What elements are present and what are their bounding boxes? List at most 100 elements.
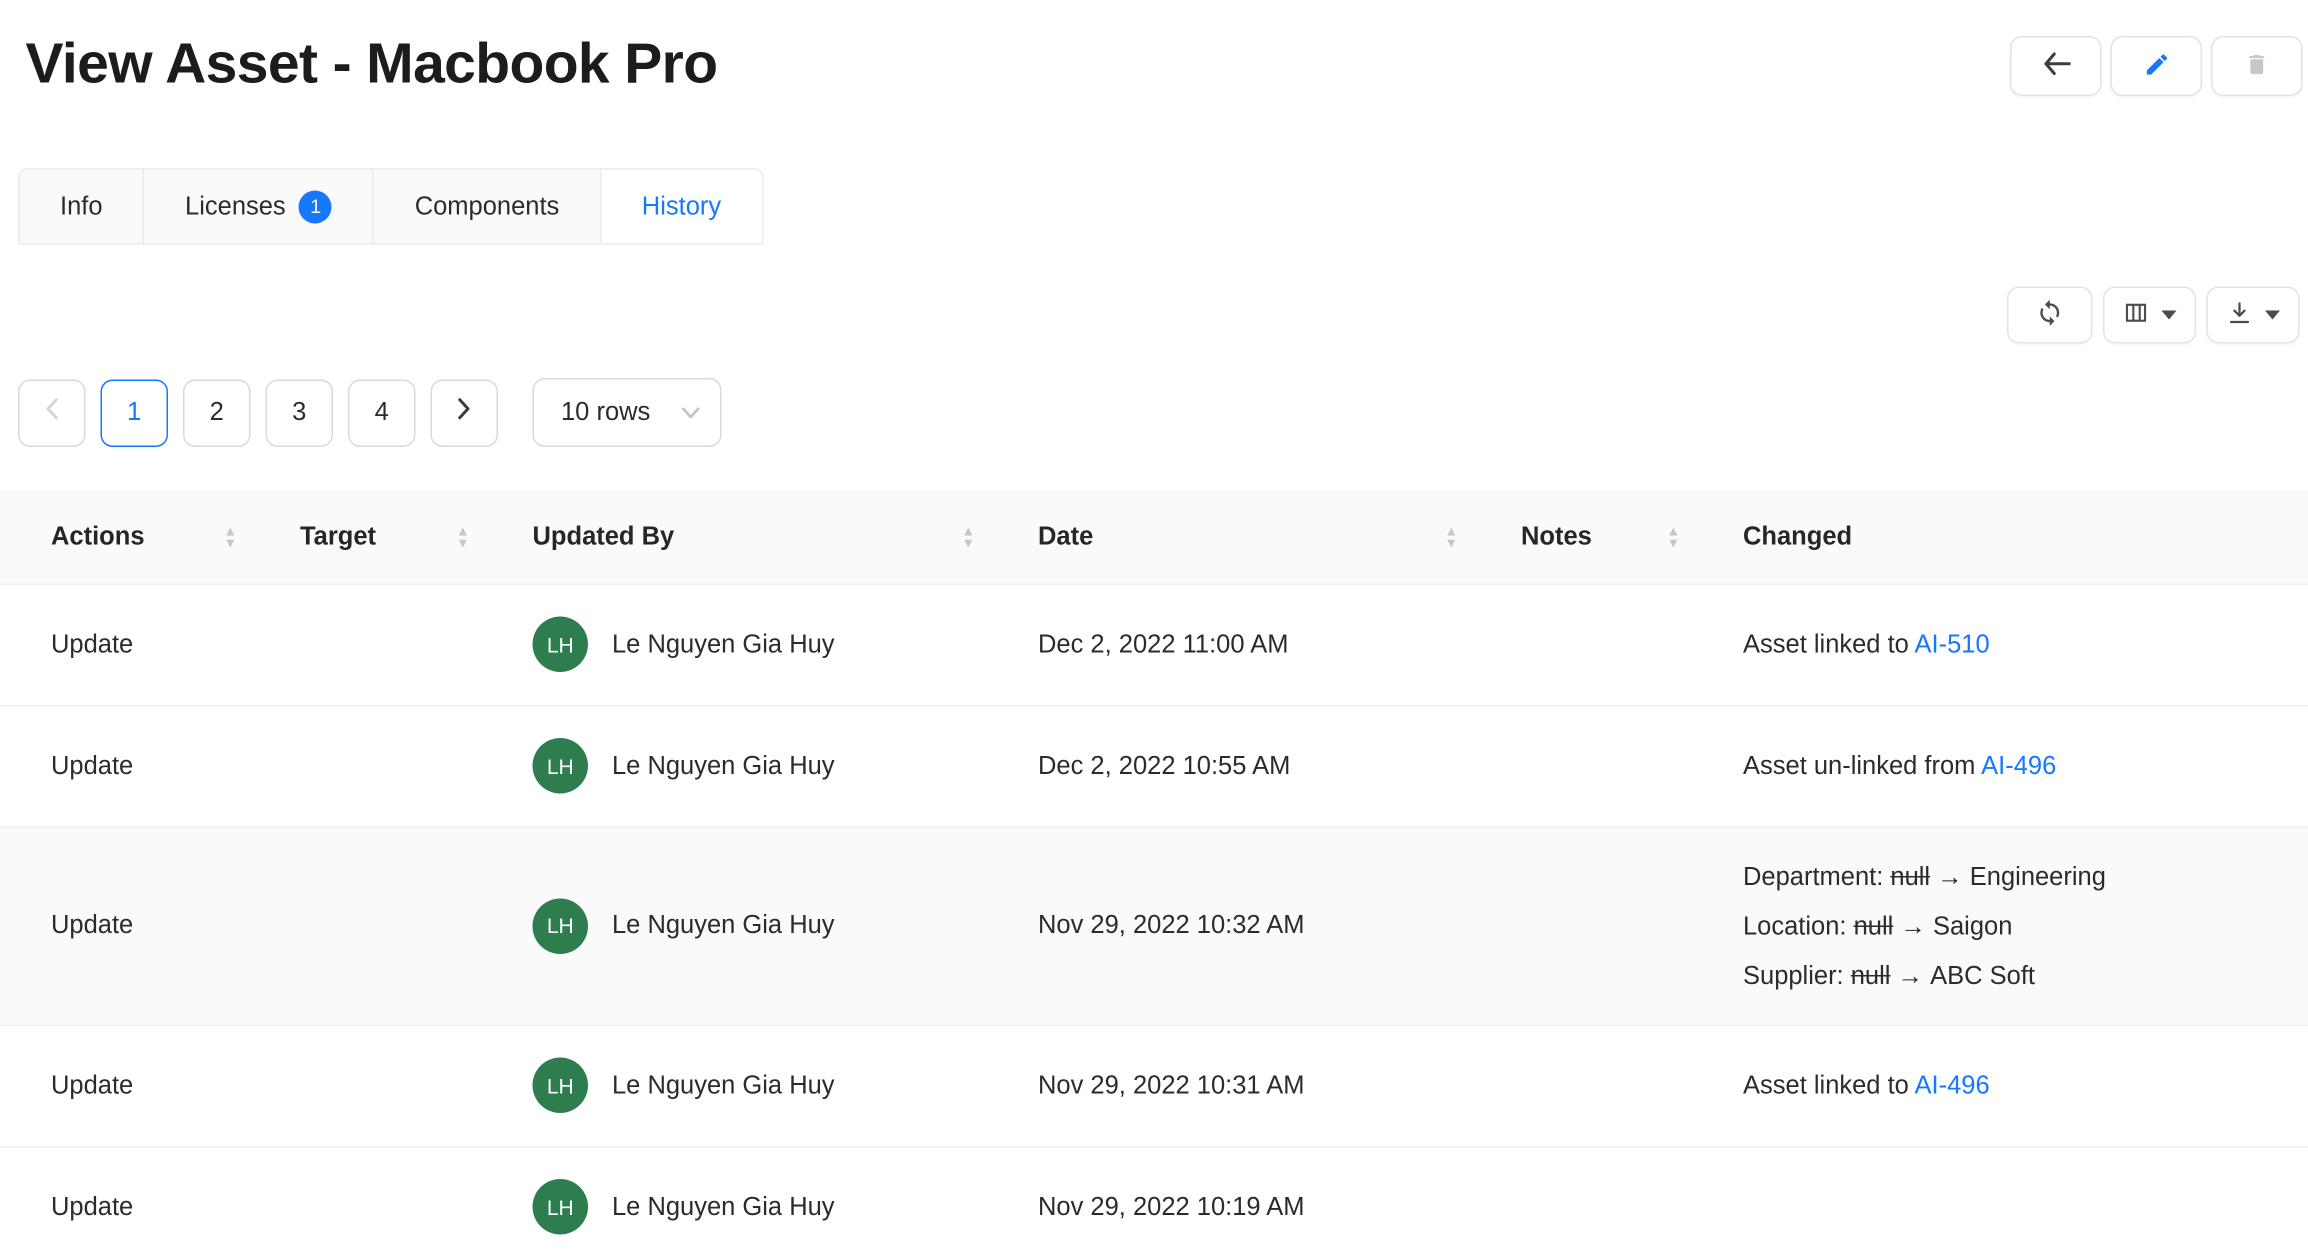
arrow-right-icon: → bbox=[1893, 911, 1933, 940]
user: LH Le Nguyen Gia Huy bbox=[533, 1179, 991, 1235]
user: LHLe Nguyen Gia Huy bbox=[533, 898, 991, 954]
updated-by-name: Le Nguyen Gia Huy bbox=[612, 911, 835, 941]
notes-cell bbox=[1497, 584, 1719, 706]
action-cell: Update bbox=[0, 705, 276, 827]
columns-grid-icon bbox=[2123, 300, 2150, 330]
tab-info[interactable]: Info bbox=[18, 168, 145, 245]
updated-by-cell: LHLe Nguyen Gia Huy bbox=[509, 827, 1015, 1025]
pagination-page-4[interactable]: 4 bbox=[348, 379, 416, 447]
table-header-row: Actions ▲▼ Target ▲▼ Updated By ▲▼ Date … bbox=[0, 491, 2308, 584]
export-button[interactable] bbox=[2207, 287, 2300, 344]
date-cell: Nov 29, 2022 10:19 AM bbox=[1014, 1146, 1497, 1260]
date-cell: Nov 29, 2022 10:32 AM bbox=[1014, 827, 1497, 1025]
target-cell bbox=[276, 1025, 509, 1147]
table-row: Update LH Le Nguyen Gia Huy Nov 29, 2022 10… bbox=[0, 1146, 2308, 1260]
changed-line: Location: null → Saigon bbox=[1743, 901, 2285, 951]
action-cell: Update bbox=[0, 827, 276, 1025]
avatar: LH bbox=[533, 1058, 589, 1114]
changed-text: Engineering bbox=[1970, 862, 2106, 891]
pagination-page-2[interactable]: 2 bbox=[183, 379, 251, 447]
trash-icon bbox=[2244, 50, 2270, 82]
edit-button[interactable] bbox=[2111, 36, 2203, 96]
column-header-updated-by[interactable]: Updated By ▲▼ bbox=[509, 491, 1015, 584]
action-cell: Update bbox=[0, 1146, 276, 1260]
table-row: UpdateLHLe Nguyen Gia HuyDec 2, 2022 11:… bbox=[0, 584, 2308, 706]
rows-per-page-select[interactable]: 10 rows bbox=[533, 378, 722, 447]
column-header-date[interactable]: Date ▲▼ bbox=[1014, 491, 1497, 584]
sort-icon[interactable]: ▲▼ bbox=[1667, 525, 1680, 549]
changed-cell: Department: null → Engineering Location: … bbox=[1719, 827, 2308, 1025]
changed-text: Asset un-linked from bbox=[1743, 752, 1981, 781]
header-actions bbox=[2010, 33, 2303, 96]
refresh-button[interactable] bbox=[2007, 287, 2093, 344]
tab-licenses[interactable]: Licenses 1 bbox=[143, 168, 374, 245]
avatar: LH bbox=[533, 617, 589, 673]
table-toolbar bbox=[0, 245, 2308, 344]
column-header-changed: Changed bbox=[1719, 491, 2308, 584]
column-header-target[interactable]: Target ▲▼ bbox=[276, 491, 509, 584]
changed-text: Saigon bbox=[1933, 911, 2012, 940]
refresh-icon bbox=[2036, 299, 2065, 332]
updated-by-name: Le Nguyen Gia Huy bbox=[612, 1192, 835, 1222]
chevron-left-icon bbox=[44, 396, 61, 429]
target-cell bbox=[276, 705, 509, 827]
updated-by-cell: LH Le Nguyen Gia Huy bbox=[509, 1025, 1015, 1147]
chevron-down-icon bbox=[681, 398, 701, 428]
old-value: null bbox=[1851, 961, 1891, 990]
column-header-notes[interactable]: Notes ▲▼ bbox=[1497, 491, 1719, 584]
changed-text: Supplier: bbox=[1743, 961, 1851, 990]
avatar: LH bbox=[533, 1179, 589, 1235]
updated-by-cell: LHLe Nguyen Gia Huy bbox=[509, 584, 1015, 706]
page-header: View Asset - Macbook Pro bbox=[0, 0, 2308, 98]
licenses-count-badge: 1 bbox=[299, 190, 332, 223]
sort-icon[interactable]: ▲▼ bbox=[224, 525, 237, 549]
pagination-prev-button[interactable] bbox=[18, 379, 86, 447]
changed-text: Department: bbox=[1743, 862, 1890, 891]
target-cell bbox=[276, 584, 509, 706]
user: LH Le Nguyen Gia Huy bbox=[533, 738, 991, 794]
changed-text: Asset linked to bbox=[1743, 630, 1915, 659]
avatar: LH bbox=[533, 738, 589, 794]
delete-button[interactable] bbox=[2211, 36, 2303, 96]
pagination-page-3[interactable]: 3 bbox=[266, 379, 334, 447]
asset-link[interactable]: AI-496 bbox=[1915, 1071, 1990, 1100]
date-cell: Dec 2, 2022 10:55 AM bbox=[1014, 705, 1497, 827]
date-cell: Dec 2, 2022 11:00 AM bbox=[1014, 584, 1497, 706]
notes-cell bbox=[1497, 1025, 1719, 1147]
back-arrow-icon bbox=[2041, 51, 2071, 81]
tabs: Info Licenses 1 Components History bbox=[0, 168, 2308, 245]
changed-line: Supplier: null → ABC Soft bbox=[1743, 950, 2285, 1000]
user: LHLe Nguyen Gia Huy bbox=[533, 617, 991, 673]
sort-icon[interactable]: ▲▼ bbox=[456, 525, 469, 549]
changed-cell bbox=[1719, 1146, 2308, 1260]
view-asset-page: View Asset - Macbook Pro Info bbox=[0, 0, 2308, 1260]
history-table: Actions ▲▼ Target ▲▼ Updated By ▲▼ Date … bbox=[0, 491, 2308, 1260]
column-header-actions[interactable]: Actions ▲▼ bbox=[0, 491, 276, 584]
tab-components[interactable]: Components bbox=[373, 168, 602, 245]
asset-link[interactable]: AI-510 bbox=[1915, 630, 1990, 659]
pencil-icon bbox=[2143, 50, 2170, 82]
date-cell: Nov 29, 2022 10:31 AM bbox=[1014, 1025, 1497, 1147]
sort-icon[interactable]: ▲▼ bbox=[1445, 525, 1458, 549]
back-button[interactable] bbox=[2010, 36, 2102, 96]
rows-per-page-value: 10 rows bbox=[561, 398, 650, 428]
pagination-page-1[interactable]: 1 bbox=[101, 379, 169, 447]
chevron-down-icon bbox=[2162, 311, 2177, 320]
changed-line: Asset linked to AI-496 bbox=[1743, 1061, 2285, 1111]
updated-by-name: Le Nguyen Gia Huy bbox=[612, 751, 835, 781]
tab-history[interactable]: History bbox=[600, 168, 763, 245]
changed-text: ABC Soft bbox=[1930, 961, 2035, 990]
tab-components-label: Components bbox=[415, 191, 560, 221]
page-title: View Asset - Macbook Pro bbox=[26, 33, 718, 98]
asset-link[interactable]: AI-496 bbox=[1981, 752, 2056, 781]
changed-cell: Asset linked to AI-510 bbox=[1719, 584, 2308, 706]
updated-by-name: Le Nguyen Gia Huy bbox=[612, 1070, 835, 1100]
columns-button[interactable] bbox=[2103, 287, 2196, 344]
action-cell: Update bbox=[0, 1025, 276, 1147]
table-row: Update LHLe Nguyen Gia Huy Nov 29, 2022 10… bbox=[0, 827, 2308, 1025]
arrow-right-icon: → bbox=[1890, 961, 1930, 990]
changed-line: Asset un-linked from AI-496 bbox=[1743, 741, 2285, 791]
changed-cell: Asset un-linked from AI-496 bbox=[1719, 705, 2308, 827]
sort-icon[interactable]: ▲▼ bbox=[962, 525, 975, 549]
pagination-next-button[interactable] bbox=[431, 379, 499, 447]
